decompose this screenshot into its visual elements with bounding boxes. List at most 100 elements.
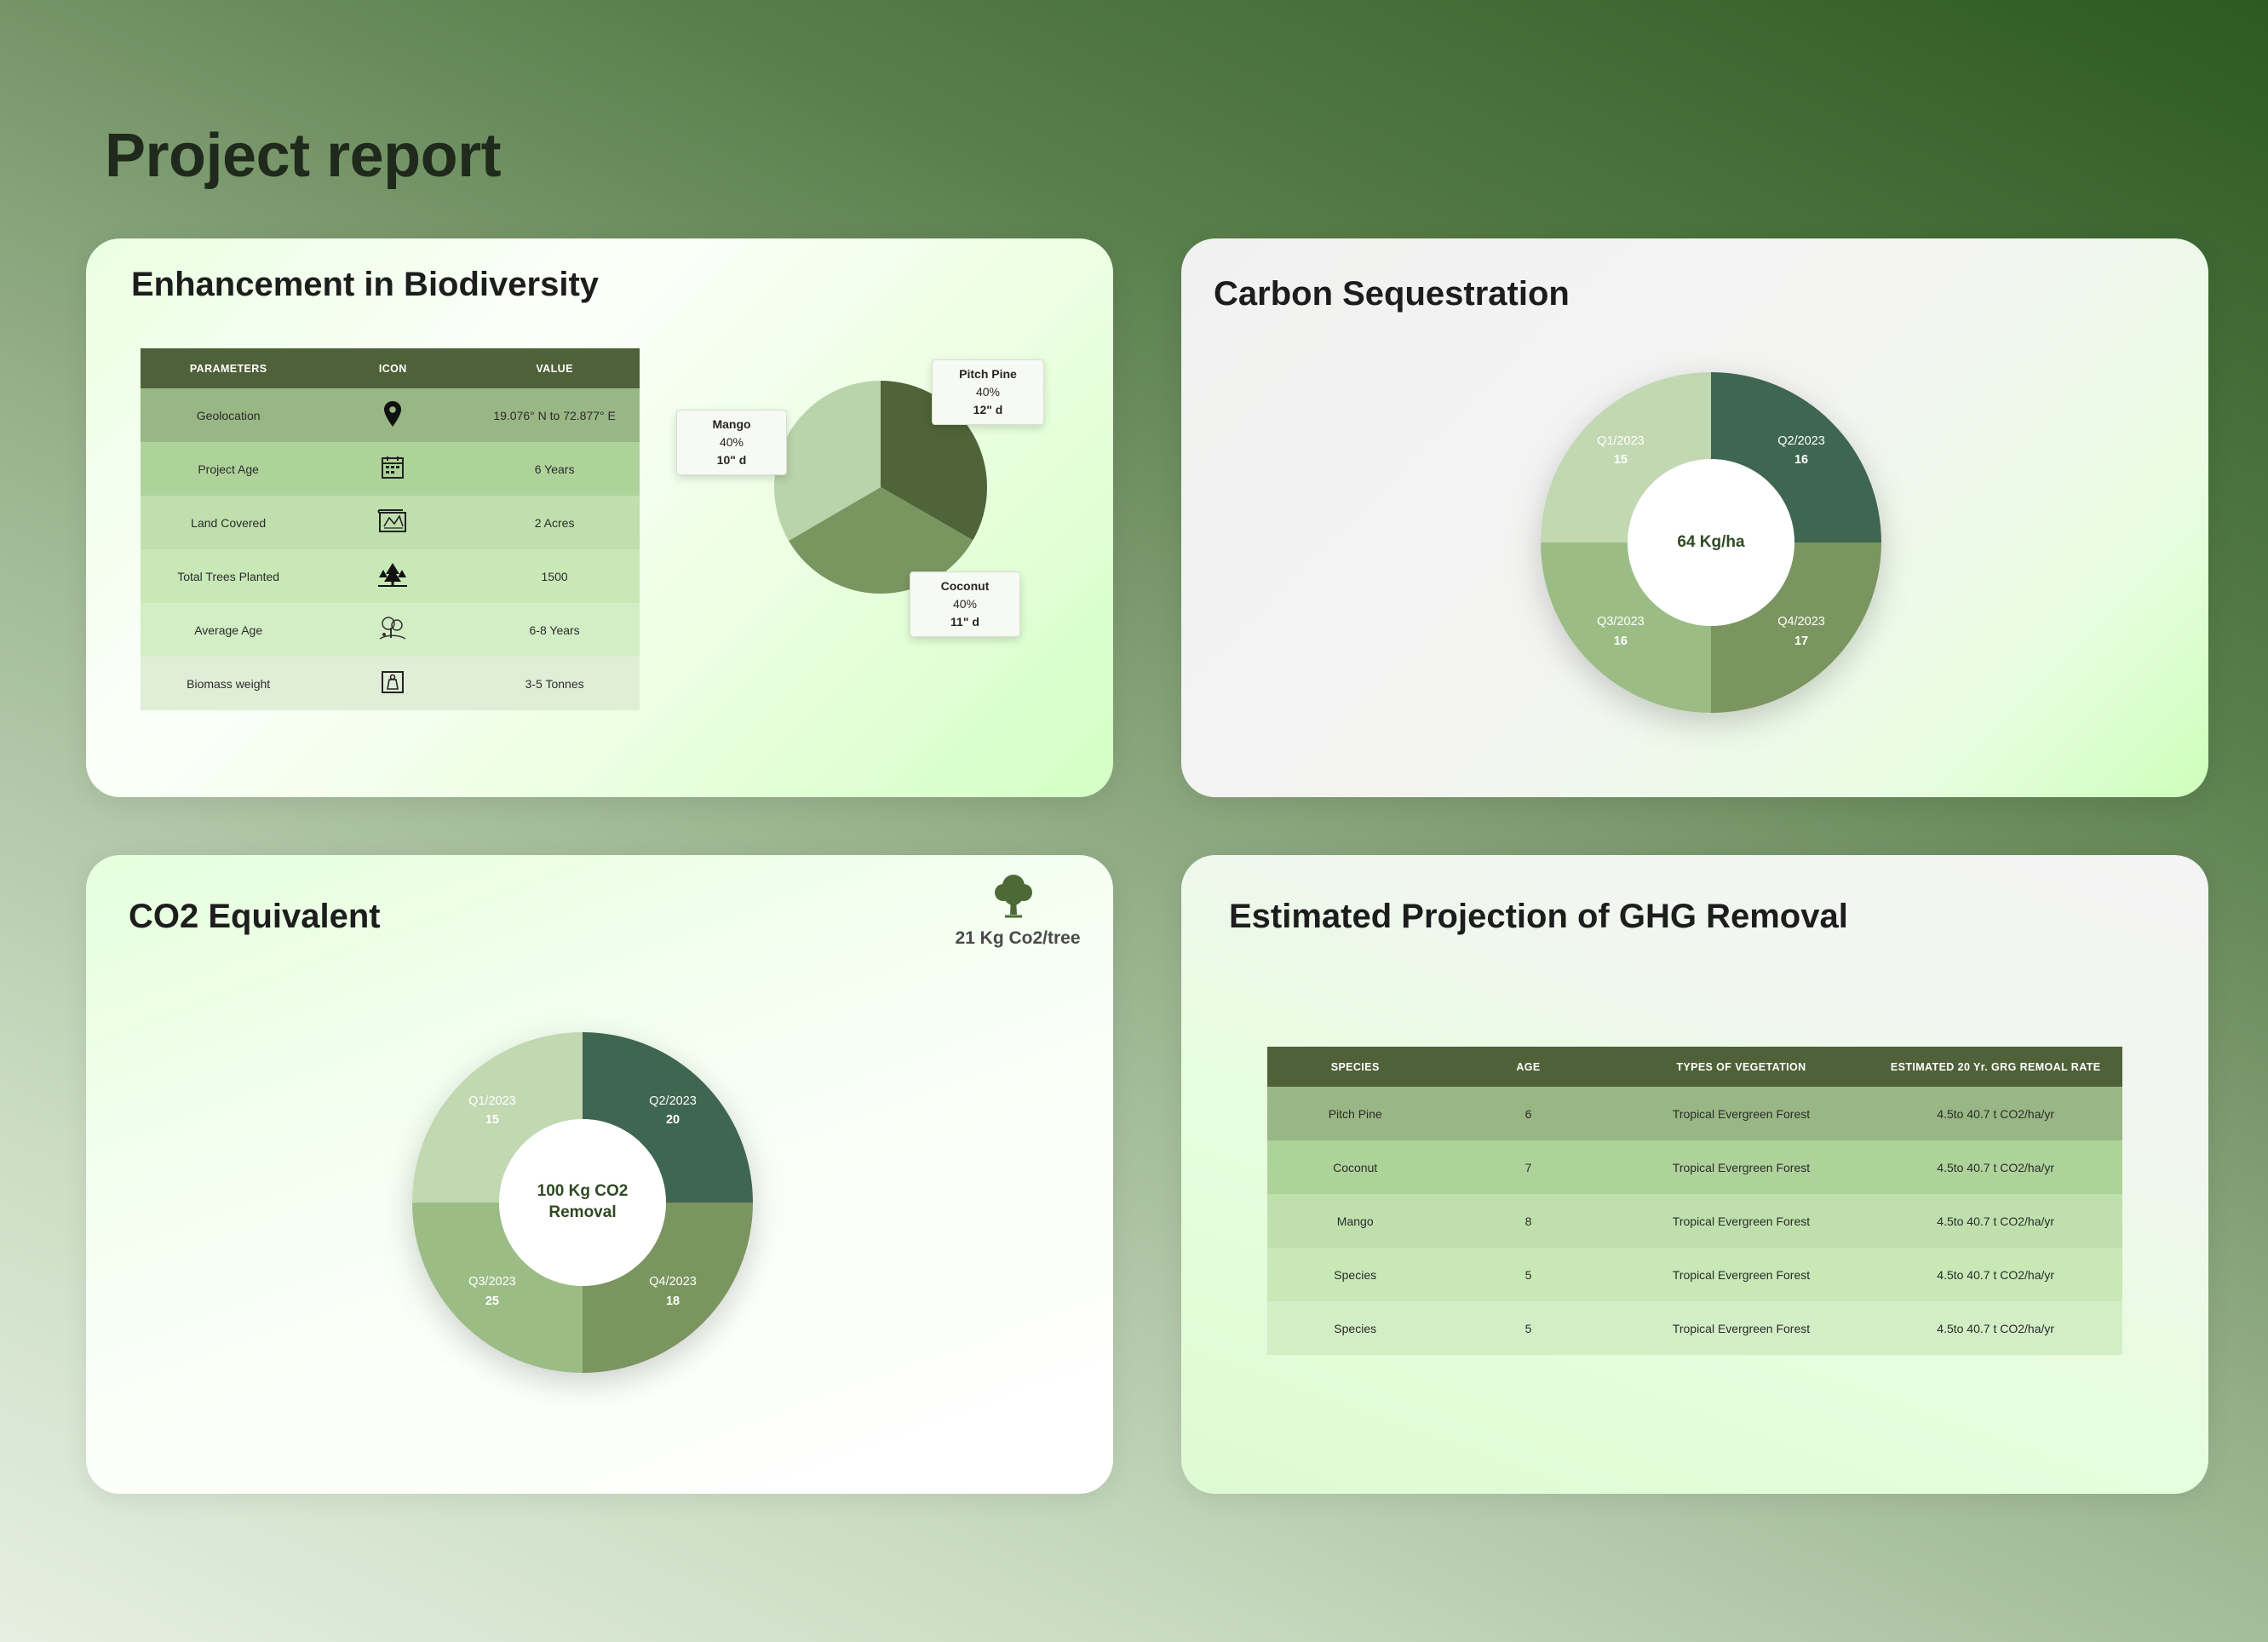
- table-row: Average Age 6-8 Years: [141, 603, 640, 657]
- value-cell: 6 Years: [469, 442, 640, 496]
- table-row: Biomass weight 3-5 Tonnes: [141, 657, 640, 710]
- tree-icon: [994, 872, 1033, 922]
- species-cell: Mango: [1267, 1194, 1444, 1248]
- age-cell: 8: [1443, 1194, 1614, 1248]
- donut-label: Q4/2023 17: [1754, 612, 1848, 651]
- donut-label-value: 17: [1794, 634, 1809, 648]
- ghg-table: SPECIES AGE TYPES OF VEGETATION ESTIMATE…: [1267, 1047, 2122, 1355]
- parameters-table: PARAMETERS ICON VALUE Geolocation 19.076…: [141, 348, 640, 710]
- location-pin-icon: [383, 401, 402, 430]
- parameter-cell: Land Covered: [141, 496, 317, 549]
- carbon-sequestration-card: Carbon Sequestration 64 Kg/ha Q2/2023 16 Q…: [1181, 238, 2208, 797]
- tooltip-value: 10" d: [716, 453, 747, 467]
- page-title: Project report: [105, 122, 502, 190]
- map-icon: [377, 509, 408, 536]
- donut-center-label: 64 Kg/ha: [1677, 532, 1745, 551]
- age-cell: 6: [1443, 1087, 1614, 1140]
- age-cell: 5: [1443, 1301, 1614, 1355]
- donut-label: Q3/2023 25: [445, 1272, 539, 1311]
- vegetation-cell: Tropical Evergreen Forest: [1613, 1087, 1869, 1140]
- donut-label-quarter: Q1/2023: [1597, 433, 1645, 448]
- vegetation-cell: Tropical Evergreen Forest: [1613, 1194, 1869, 1248]
- rate-cell: 4.5to 40.7 t CO2/ha/yr: [1869, 1248, 2122, 1301]
- donut-label-quarter: Q2/2023: [649, 1094, 697, 1108]
- donut-label-quarter: Q1/2023: [468, 1094, 516, 1108]
- vegetation-cell: Tropical Evergreen Forest: [1613, 1301, 1869, 1355]
- co2-per-tree-label: 21 Kg Co2/tree: [955, 928, 1081, 948]
- donut-label-value: 20: [665, 1113, 680, 1128]
- table-row: Species 5 Tropical Evergreen Forest 4.5t…: [1267, 1301, 2122, 1355]
- tooltip-mango: Mango 40% 10" d: [676, 410, 787, 475]
- tooltip-value: 11" d: [950, 615, 979, 629]
- table-row: Land Covered 2 Acres: [141, 496, 640, 549]
- tooltip-name: Mango: [712, 417, 751, 431]
- carbon-title: Carbon Sequestration: [1214, 275, 1570, 313]
- value-cell: 19.076° N to 72.877° E: [469, 388, 640, 442]
- co2-equivalent-card: CO2 Equivalent 21 Kg Co2/tree 100 Kg CO2…: [86, 855, 1113, 1494]
- column-header-vegetation: TYPES OF VEGETATION: [1613, 1047, 1869, 1087]
- column-header-age: AGE: [1443, 1047, 1614, 1087]
- donut-label-value: 16: [1613, 634, 1628, 648]
- column-header-rate: ESTIMATED 20 Yr. GRG REMOAL RATE: [1869, 1047, 2122, 1087]
- donut-label-quarter: Q2/2023: [1777, 433, 1825, 448]
- table-row: Species 5 Tropical Evergreen Forest 4.5t…: [1267, 1248, 2122, 1301]
- age-cell: 5: [1443, 1248, 1614, 1301]
- column-header-species: SPECIES: [1267, 1047, 1444, 1087]
- parameter-cell: Geolocation: [141, 388, 317, 442]
- age-cell: 7: [1443, 1140, 1614, 1194]
- tooltip-pitch-pine: Pitch Pine 40% 12" d: [932, 359, 1044, 425]
- donut-label-quarter: Q3/2023: [1597, 615, 1645, 629]
- vegetation-cell: Tropical Evergreen Forest: [1613, 1248, 1869, 1301]
- rate-cell: 4.5to 40.7 t CO2/ha/yr: [1869, 1301, 2122, 1355]
- species-cell: Species: [1267, 1248, 1444, 1301]
- donut-label: Q1/2023 15: [445, 1092, 539, 1130]
- donut-label: Q1/2023 15: [1574, 432, 1668, 470]
- rate-cell: 4.5to 40.7 t CO2/ha/yr: [1869, 1194, 2122, 1248]
- value-cell: 2 Acres: [469, 496, 640, 549]
- tooltip-percent: 40%: [952, 597, 978, 611]
- donut-label-quarter: Q4/2023: [649, 1275, 697, 1289]
- species-cell: Pitch Pine: [1267, 1087, 1444, 1140]
- tooltip-value: 12" d: [973, 403, 1003, 416]
- table-header-row: PARAMETERS ICON VALUE: [141, 348, 640, 388]
- tooltip-coconut: Coconut 40% 11" d: [910, 571, 1020, 637]
- donut-label: Q3/2023 16: [1574, 612, 1668, 651]
- donut-label-value: 15: [1613, 453, 1628, 468]
- co2-title: CO2 Equivalent: [129, 898, 381, 935]
- tree-age-icon: [378, 617, 407, 644]
- tooltip-name: Pitch Pine: [959, 367, 1017, 381]
- table-header-row: SPECIES AGE TYPES OF VEGETATION ESTIMATE…: [1267, 1047, 2122, 1087]
- parameter-cell: Average Age: [141, 603, 317, 657]
- rate-cell: 4.5to 40.7 t CO2/ha/yr: [1869, 1140, 2122, 1194]
- biodiversity-title: Enhancement in Biodiversity: [131, 266, 600, 303]
- table-row: Project Age 6 Years: [141, 442, 640, 496]
- ghg-title: Estimated Projection of GHG Removal: [1229, 898, 1848, 935]
- donut-label: Q2/2023 16: [1754, 432, 1848, 470]
- table-row: Coconut 7 Tropical Evergreen Forest 4.5t…: [1267, 1140, 2122, 1194]
- trees-icon: [377, 563, 408, 590]
- parameter-cell: Total Trees Planted: [141, 549, 317, 603]
- tooltip-percent: 40%: [975, 385, 1001, 399]
- value-cell: 6-8 Years: [469, 603, 640, 657]
- table-row: Pitch Pine 6 Tropical Evergreen Forest 4…: [1267, 1087, 2122, 1140]
- species-cell: Species: [1267, 1301, 1444, 1355]
- value-cell: 3-5 Tonnes: [469, 657, 640, 710]
- donut-label-value: 18: [665, 1294, 680, 1308]
- donut-center-label: 100 Kg CO2 Removal: [497, 1117, 668, 1288]
- donut-label-quarter: Q3/2023: [468, 1275, 516, 1289]
- parameter-cell: Project Age: [141, 442, 317, 496]
- value-cell: 1500: [469, 549, 640, 603]
- carbon-donut-chart: 64 Kg/ha Q2/2023 16 Q4/2023 17 Q3/2023 16 Q1/2…: [1541, 372, 1881, 713]
- table-row: Mango 8 Tropical Evergreen Forest 4.5to …: [1267, 1194, 2122, 1248]
- donut-center-line1: 100 Kg CO2: [537, 1182, 629, 1201]
- column-header-value: VALUE: [469, 348, 640, 388]
- donut-label-value: 15: [485, 1113, 499, 1128]
- donut-label: Q2/2023 20: [626, 1092, 720, 1130]
- table-row: Total Trees Planted 1500: [141, 549, 640, 603]
- donut-label: Q4/2023 18: [626, 1272, 720, 1311]
- co2-donut-chart: 100 Kg CO2 Removal Q2/2023 20 Q4/2023 18 Q3/2…: [412, 1032, 753, 1373]
- donut-label-quarter: Q4/2023: [1777, 615, 1825, 629]
- ghg-projection-card: Estimated Projection of GHG Removal SPEC…: [1181, 855, 2208, 1494]
- species-cell: Coconut: [1267, 1140, 1444, 1194]
- biodiversity-card: Enhancement in Biodiversity PARAMETERS I…: [86, 238, 1113, 797]
